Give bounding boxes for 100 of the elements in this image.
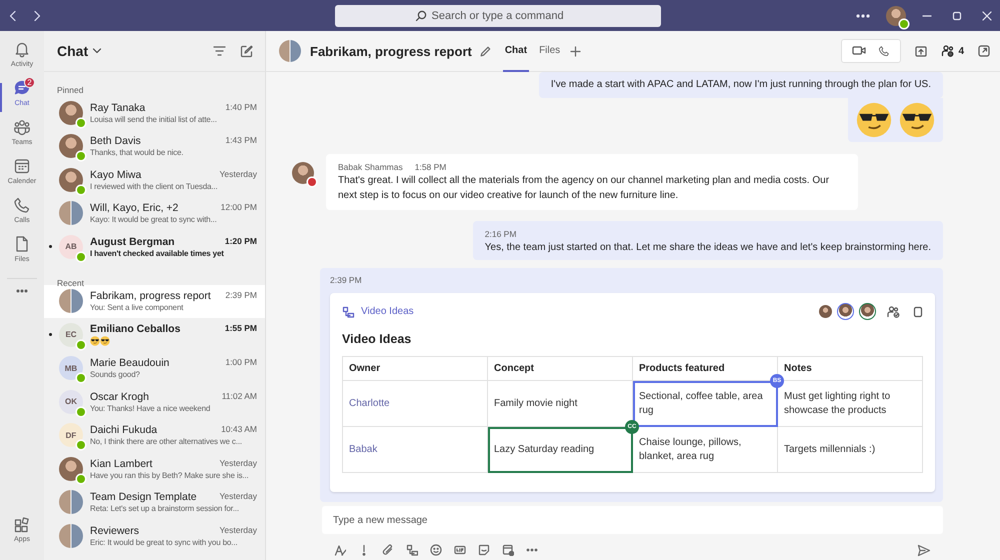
participant-count: 4 — [958, 46, 964, 56]
chat-item[interactable]: Team Design Template Yesterday Reta: Let's set up a brainstorm session for... — [44, 486, 265, 519]
schedule-meeting-icon[interactable] — [502, 544, 514, 556]
participants-icon[interactable] — [941, 45, 956, 57]
group-avatar — [279, 40, 301, 62]
avatar — [59, 100, 83, 125]
contact-name: Kayo Miwa — [90, 168, 142, 181]
chat-item[interactable]: Kayo Miwa Yesterday I reviewed with the client on Tuesda... — [44, 163, 265, 196]
chat-item[interactable]: DF Daichi Fukuda 10:43 AM No, I think there are other alternatives we c... — [44, 418, 265, 452]
loop-component-icon[interactable] — [406, 544, 418, 556]
conversation-tab[interactable]: Files — [537, 30, 562, 72]
pane-title: Chat — [57, 43, 88, 59]
section-label: Pinned — [56, 84, 84, 96]
send-icon[interactable] — [917, 544, 931, 556]
chat-item[interactable]: MB Marie Beaudouin 1:00 PM Sounds good? — [44, 352, 265, 385]
chat-item[interactable]: Ray Tanaka 1:40 PM Louisa will send the initial list of atte... — [44, 96, 265, 130]
avatar — [292, 162, 314, 184]
add-tab-icon[interactable] — [570, 46, 582, 56]
gif-icon[interactable] — [454, 544, 466, 556]
phone-icon — [13, 196, 31, 214]
share-people-icon[interactable] — [887, 306, 900, 318]
notification-badge: 2 — [24, 77, 35, 88]
contact-name: August Bergman — [90, 236, 175, 248]
contact-name: Reviewers — [90, 524, 140, 537]
loop-component-icon — [342, 306, 355, 318]
more-icon[interactable] — [856, 14, 870, 18]
pop-out-icon[interactable] — [978, 45, 990, 57]
chat-item[interactable]: OK Oscar Krogh 11:02 AM You: Thanks! Have a nice weekend — [44, 385, 265, 418]
chat-item[interactable]: Kian Lambert Yesterday Have you ran this by Beth? Make sure she is... — [44, 452, 265, 486]
component-link[interactable]: Video Ideas — [361, 306, 414, 317]
person-link[interactable]: Babak — [342, 426, 488, 472]
avatar-initials: OK — [59, 390, 83, 414]
message-preview: I haven't checked available times yet — [90, 248, 224, 258]
message-preview: You: Sent a live component — [90, 303, 184, 312]
phone-icon[interactable] — [878, 45, 890, 57]
message-time: Yesterday — [220, 458, 257, 470]
message-input[interactable]: Type a new message — [322, 506, 943, 534]
search-input[interactable]: Search or type a command — [432, 6, 582, 26]
avatar — [59, 134, 83, 158]
close-icon[interactable] — [982, 10, 992, 20]
chat-item[interactable]: Fabrikam, progress report 2:39 PM You: Sent a live component — [44, 284, 265, 318]
unread-dot — [49, 245, 52, 248]
sender-name: Babak Shammas — [338, 161, 403, 173]
message-time: 1:58 PM — [414, 161, 446, 173]
card-title: Video Ideas — [342, 332, 412, 346]
message-text: That's great. I will collect all the materials from the agency on our channel marketing plan and media costs. Our next step is to focus on our video creative for launch of the new furniture line. — [338, 174, 830, 203]
message-preview: Thanks, that would be nice. — [90, 148, 184, 158]
conversation-tab[interactable]: Chat — [502, 30, 530, 72]
group-avatar — [59, 201, 83, 226]
message-time: 1:55 PM — [224, 323, 257, 336]
contact-name: Daichi Fukuda — [90, 424, 158, 436]
more-icon[interactable] — [16, 289, 28, 293]
search-icon — [414, 10, 426, 22]
chat-item[interactable]: Will, Kayo, Eric, +2 12:00 PM Kayo: It would be great to sync with... — [44, 196, 265, 230]
avatar-initials: EC — [59, 322, 83, 347]
message-preview: I reviewed with the client on Tuesda... — [90, 182, 218, 191]
message-text: Yes, the team just started on that. Let me share the ideas we have and let's keep brainstorming here. — [484, 241, 931, 255]
pencil-icon[interactable] — [480, 46, 491, 56]
message-preview: You: Thanks! Have a nice weekend — [90, 404, 210, 413]
emoji-icon[interactable] — [430, 544, 442, 556]
bell-icon — [13, 40, 31, 58]
message-time: 1:20 PM — [224, 236, 257, 248]
column-header: Concept — [488, 356, 632, 380]
message-preview: Reta: Let's set up a brainstorm session for... — [90, 504, 239, 514]
group-avatar — [59, 524, 83, 548]
compose-icon[interactable] — [240, 44, 253, 58]
video-camera-icon[interactable] — [852, 45, 866, 56]
attach-icon[interactable] — [382, 544, 394, 556]
chat-item[interactable]: Beth Davis 1:43 PM Thanks, that would be nice. — [44, 130, 265, 163]
copy-icon[interactable] — [913, 306, 923, 318]
message-preview: Louisa will send the initial list of atte... — [90, 114, 217, 124]
unread-dot — [49, 333, 52, 336]
contact-name: Emiliano Ceballos — [90, 323, 180, 336]
avatar-initials: DF — [59, 423, 83, 448]
contact-name: Marie Beaudouin — [90, 357, 170, 370]
filter-icon[interactable] — [213, 44, 226, 56]
contact-name: Kian Lambert — [90, 458, 152, 470]
table-cell: Targets millennials :) — [778, 426, 922, 472]
chevron-down-icon[interactable] — [92, 47, 102, 55]
collaborator-avatar — [819, 305, 832, 318]
message-preview: No, I think there are other alternatives we c... — [90, 437, 242, 446]
search-field[interactable]: Search or type a command — [335, 4, 661, 26]
avatar-initials: AB — [59, 234, 83, 259]
chat-title: Fabrikam, progress report — [310, 44, 472, 58]
chat-item[interactable]: Reviewers Yesterday Eric: It would be great to sync with you bo... — [44, 519, 265, 552]
message-time: 2:39 PM — [225, 290, 257, 302]
maximize-icon[interactable] — [952, 10, 962, 20]
sunglasses-emoji-icon — [90, 336, 100, 346]
group-avatar — [59, 289, 83, 314]
share-screen-icon[interactable] — [915, 46, 928, 56]
chat-item[interactable]: EC Emiliano Ceballos 1:55 PM — [44, 318, 265, 352]
contact-name: Team Design Template — [90, 491, 197, 504]
format-icon[interactable] — [334, 544, 346, 556]
message-preview: Sounds good? — [90, 370, 140, 380]
message-time: 2:39 PM — [330, 274, 363, 287]
person-link[interactable]: Charlotte — [342, 380, 488, 426]
sticker-icon[interactable] — [478, 544, 490, 556]
profile-avatar[interactable] — [886, 6, 906, 26]
chat-item[interactable]: AB August Bergman 1:20 PM I haven't checked available times yet — [44, 230, 265, 264]
message-time: 2:16 PM — [484, 228, 518, 241]
